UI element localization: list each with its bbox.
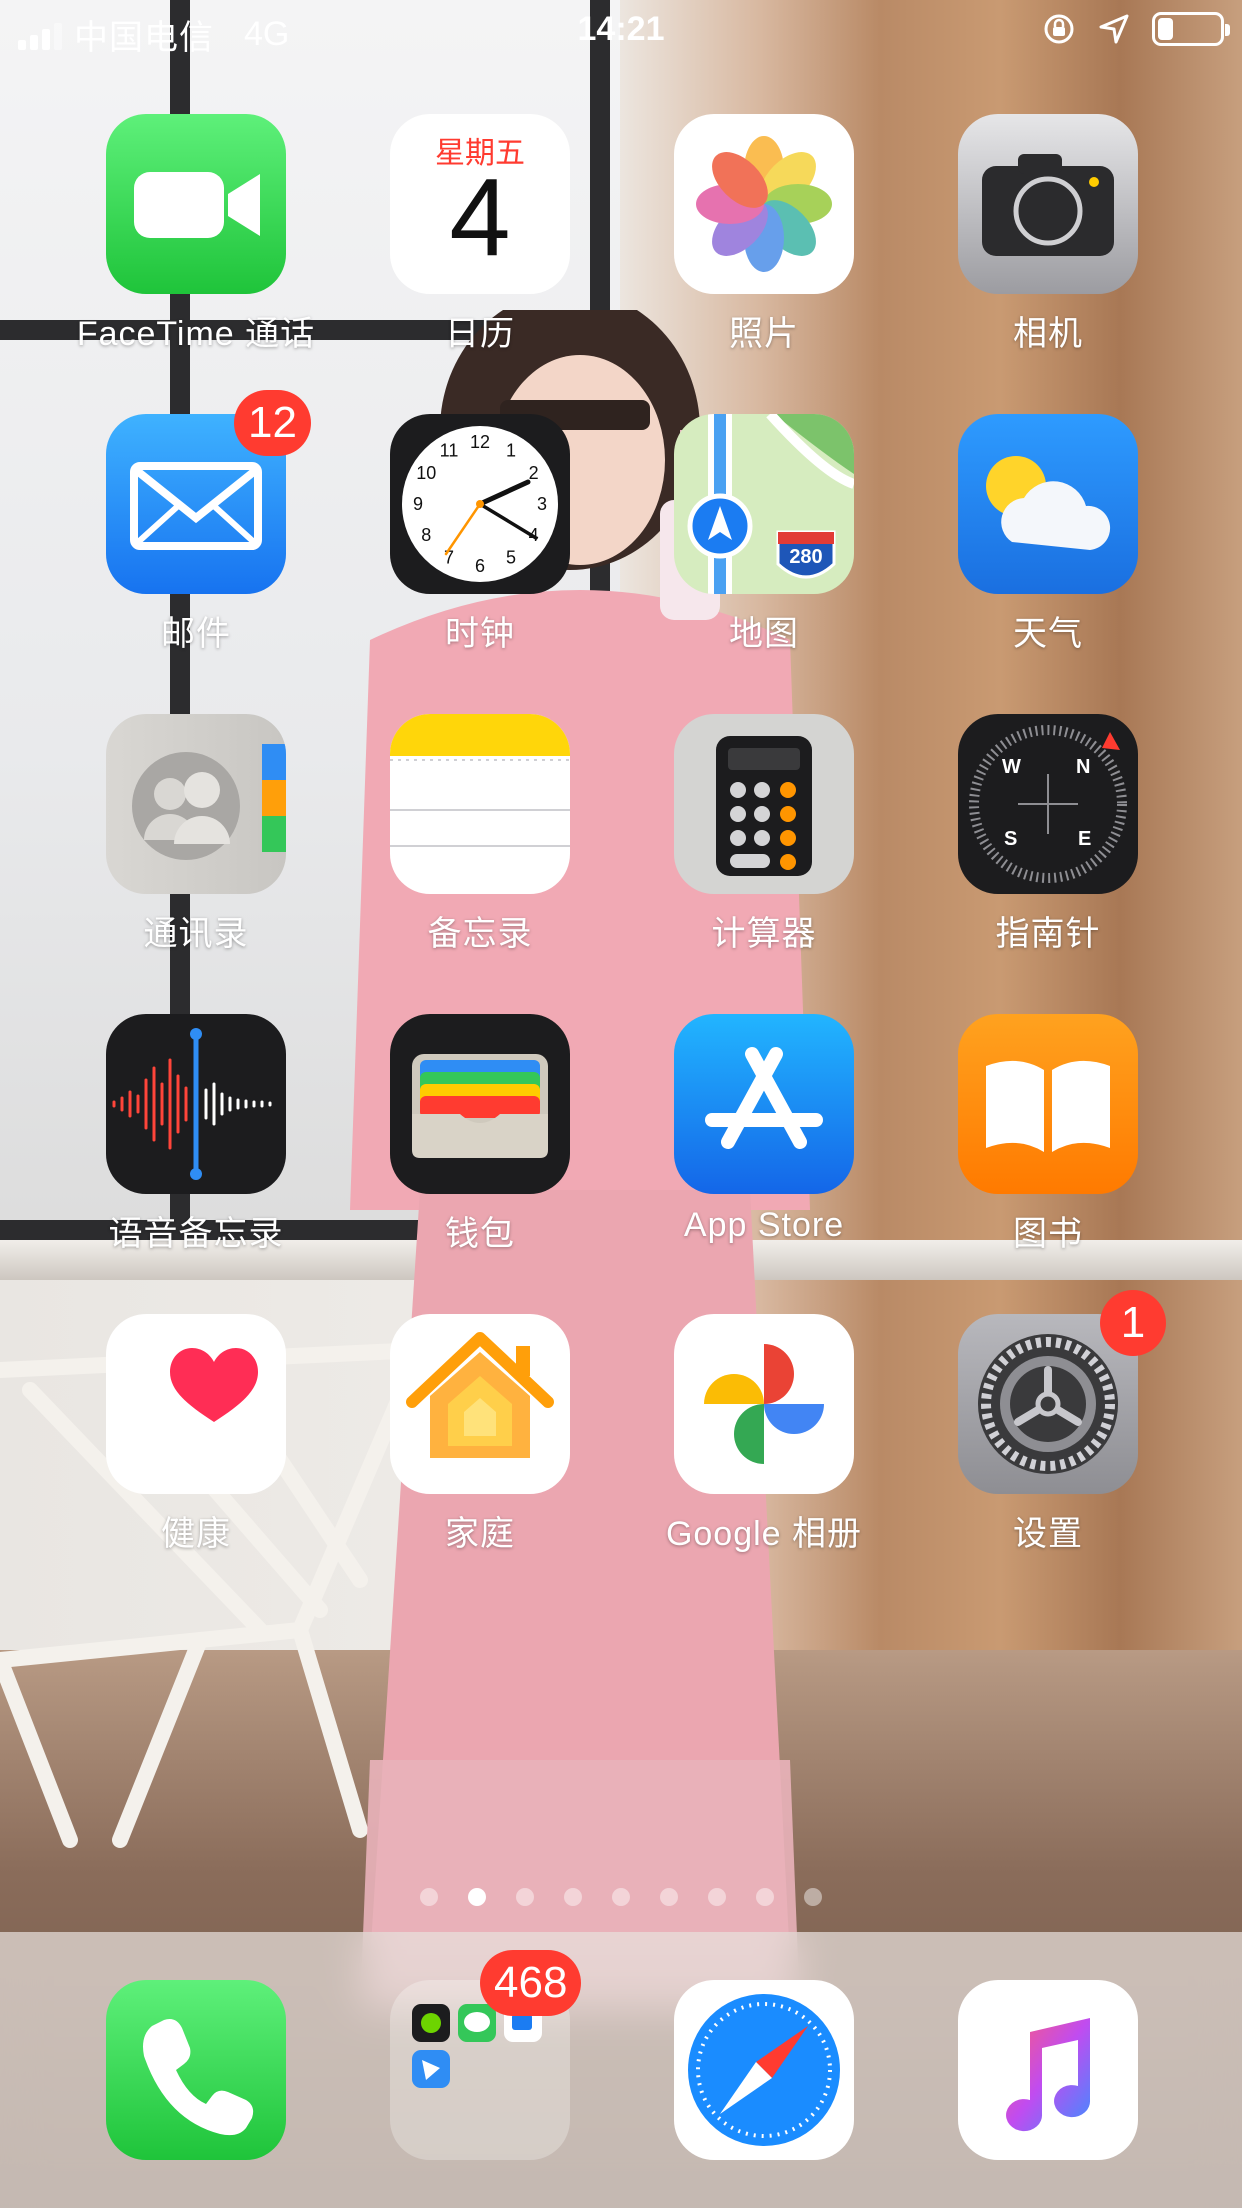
- clock-numeral: 2: [529, 463, 539, 483]
- app-label: 邮件: [161, 615, 231, 653]
- app-label: 相机: [1013, 315, 1083, 353]
- notification-badge: 468: [480, 1950, 582, 2016]
- compass-west: W: [1002, 756, 1021, 778]
- app-label: App Store: [683, 1206, 845, 1244]
- facetime-icon: [106, 114, 286, 294]
- app-label: 语音备忘录: [108, 1215, 284, 1253]
- app-label: 图书: [1013, 1215, 1083, 1253]
- clock-face: 111098765432112: [402, 426, 558, 582]
- clock-numeral: 11: [440, 440, 459, 460]
- clock-numeral: 6: [475, 556, 485, 576]
- app-label: 钱包: [445, 1215, 515, 1253]
- calendar-day: 4: [449, 156, 511, 279]
- clock-numeral: 9: [413, 494, 423, 514]
- weather-icon: [958, 414, 1138, 594]
- app-label: 地图: [729, 615, 799, 653]
- app-label: 备忘录: [427, 915, 533, 953]
- phone-icon: [106, 1980, 286, 2160]
- app-store-icon: [674, 1014, 854, 1194]
- contacts-icon: [106, 714, 286, 894]
- clock-numeral: 1: [506, 440, 516, 460]
- notification-badge: 1: [1100, 1290, 1166, 1356]
- compass-east: E: [1078, 828, 1092, 850]
- route-shield-number: 280: [789, 546, 823, 568]
- music-icon: [958, 1980, 1138, 2160]
- app-label: 计算器: [711, 915, 817, 953]
- app-label: 照片: [729, 315, 799, 353]
- maps-icon: 280: [674, 414, 854, 594]
- app-label: 指南针: [995, 915, 1101, 953]
- page-dot[interactable]: [660, 1888, 678, 1906]
- google-photos-icon: [674, 1314, 854, 1494]
- compass-south: S: [1004, 828, 1018, 850]
- home-icon: [390, 1314, 570, 1494]
- camera-icon: [958, 114, 1138, 294]
- page-dot[interactable]: [516, 1888, 534, 1906]
- clock-numeral: 8: [421, 525, 431, 545]
- app-label: 设置: [1013, 1515, 1083, 1553]
- page-dot[interactable]: [420, 1888, 438, 1906]
- notification-badge: 12: [234, 390, 311, 456]
- clock-numeral: 3: [537, 494, 547, 514]
- page-dot[interactable]: [708, 1888, 726, 1906]
- battery-icon: [1152, 12, 1230, 46]
- page-indicator[interactable]: [0, 1888, 1242, 1906]
- page-dot[interactable]: [564, 1888, 582, 1906]
- app-label: 健康: [161, 1515, 231, 1553]
- clock-numeral: 10: [416, 463, 436, 483]
- page-dot[interactable]: [468, 1888, 486, 1906]
- clock-icon: 111098765432112: [390, 414, 570, 594]
- compass-icon: W N S E: [958, 714, 1138, 894]
- page-dot[interactable]: [804, 1888, 822, 1906]
- voice-memos-icon: [106, 1014, 286, 1194]
- safari-icon: [674, 1980, 854, 2160]
- app-label: Google 相册: [665, 1515, 863, 1553]
- page-dot[interactable]: [612, 1888, 630, 1906]
- photos-icon: [674, 114, 854, 294]
- app-label: 通讯录: [143, 915, 249, 953]
- orientation-lock-icon: [1044, 14, 1074, 44]
- location-arrow-icon: [1099, 14, 1129, 44]
- page-dot[interactable]: [756, 1888, 774, 1906]
- clock-numeral: 12: [470, 432, 490, 452]
- calculator-icon: [674, 714, 854, 894]
- calendar-icon: 星期五 4: [390, 114, 570, 294]
- status-bar: 中国电信 4G 14:21: [0, 0, 1242, 62]
- compass-north: N: [1076, 756, 1091, 778]
- app-label: 家庭: [445, 1515, 515, 1553]
- health-icon: [106, 1314, 286, 1494]
- battery-level: [1158, 18, 1173, 40]
- books-icon: [958, 1014, 1138, 1194]
- app-label: 时钟: [445, 615, 515, 653]
- clock-numeral: 5: [506, 548, 516, 568]
- dock: 468: [0, 1932, 1242, 2208]
- app-label: 日历: [445, 315, 515, 353]
- app-label: FaceTime 通话: [76, 315, 316, 353]
- wallet-icon: [390, 1014, 570, 1194]
- notes-icon: [390, 714, 570, 894]
- app-label: 天气: [1013, 615, 1083, 653]
